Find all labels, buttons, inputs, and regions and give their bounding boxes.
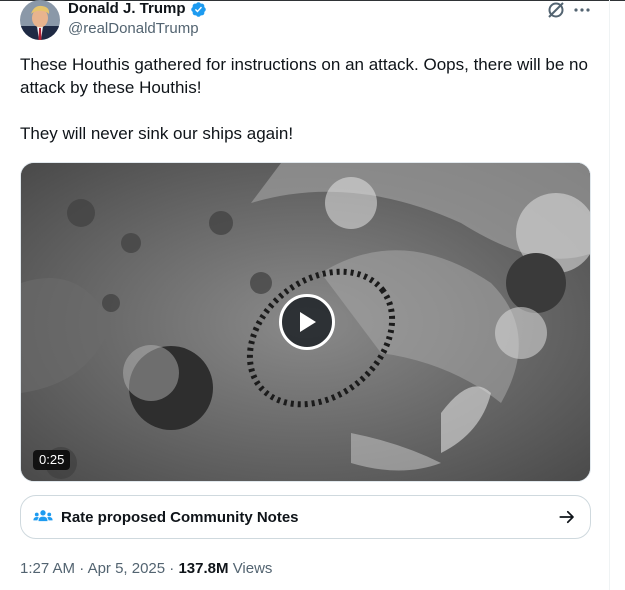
tweet-text: These Houthis gathered for instructions … bbox=[20, 53, 600, 145]
play-icon bbox=[300, 312, 316, 332]
more-icon[interactable] bbox=[572, 0, 592, 20]
tweet-time[interactable]: 1:27 AM bbox=[20, 560, 75, 577]
meta-separator: · bbox=[169, 560, 175, 577]
video-duration: 0:25 bbox=[33, 450, 71, 470]
avatar-image bbox=[20, 0, 60, 40]
tweet-meta: 1:27 AM · Apr 5, 2025 · 137.8M Views bbox=[20, 560, 272, 578]
views-count: 137.8M bbox=[178, 560, 229, 577]
community-notes-icon bbox=[33, 510, 53, 522]
author-name-row[interactable]: Donald J. Trump bbox=[68, 0, 207, 18]
grok-icon[interactable] bbox=[546, 0, 566, 20]
tweet-article: Donald J. Trump @realDonaldTrump These H… bbox=[0, 0, 625, 590]
author-handle[interactable]: @realDonaldTrump bbox=[68, 20, 199, 38]
author-display-name[interactable]: Donald J. Trump bbox=[68, 0, 186, 18]
community-notes-label: Rate proposed Community Notes bbox=[61, 508, 299, 526]
tweet-date[interactable]: Apr 5, 2025 bbox=[88, 560, 166, 577]
avatar[interactable] bbox=[20, 0, 60, 40]
tweet-text-paragraph-1: These Houthis gathered for instructions … bbox=[20, 55, 588, 97]
tweet-text-paragraph-2: They will never sink our ships again! bbox=[20, 124, 294, 143]
right-divider bbox=[609, 0, 610, 590]
verified-badge-icon bbox=[190, 1, 206, 17]
rate-community-notes-button[interactable]: Rate proposed Community Notes bbox=[20, 495, 591, 539]
arrow-right-icon bbox=[559, 510, 574, 524]
meta-separator: · bbox=[79, 560, 85, 577]
views-label: Views bbox=[232, 560, 273, 577]
video-player[interactable]: 0:25 bbox=[20, 162, 591, 482]
play-button[interactable] bbox=[279, 294, 335, 350]
